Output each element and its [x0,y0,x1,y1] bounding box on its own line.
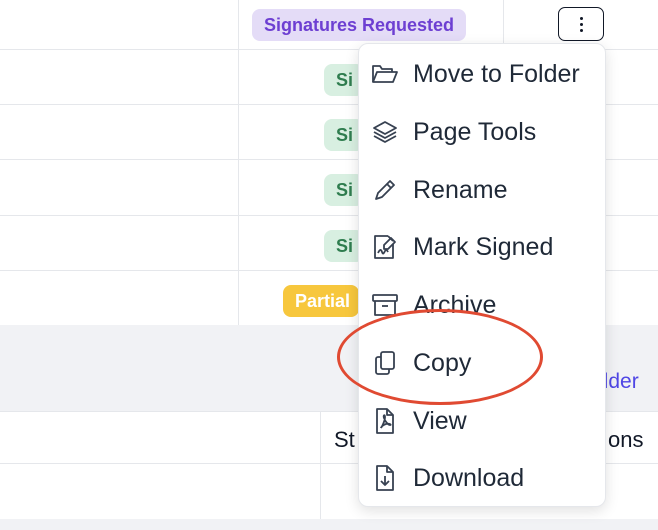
menu-item-page-tools[interactable]: Page Tools [359,104,605,160]
signature-icon [371,233,399,261]
status-badge: Partial [283,285,359,317]
pdf-file-icon [371,407,399,435]
menu-item-label: Copy [413,348,472,377]
status-badge: Signatures Requested [252,9,467,41]
menu-item-copy[interactable]: Copy [359,335,605,391]
folder-open-icon [371,60,399,88]
download-file-icon [371,464,399,492]
menu-item-rename[interactable]: Rename [359,162,605,218]
row-actions-menu: Move to Folder Page Tools Rename Mark Si… [358,43,606,507]
menu-item-view[interactable]: View [359,393,605,449]
copy-icon [371,349,399,377]
menu-item-label: Move to Folder [413,59,580,88]
menu-item-label: Mark Signed [413,232,554,261]
menu-item-download[interactable]: Download [359,450,605,506]
menu-item-move-to-folder[interactable]: Move to Folder [359,46,605,102]
menu-item-label: Page Tools [413,117,537,146]
column-header-status[interactable]: St [334,427,355,453]
menu-item-label: Archive [413,290,497,319]
layers-icon [371,118,399,146]
menu-item-label: Download [413,463,525,492]
pencil-icon [371,176,399,204]
menu-item-mark-signed[interactable]: Mark Signed [359,219,605,275]
menu-item-label: View [413,406,467,435]
archive-icon [371,291,399,319]
menu-item-label: Rename [413,175,508,204]
row-actions-button[interactable] [558,7,604,41]
menu-item-archive[interactable]: Archive [359,277,605,333]
column-header-actions: ons [608,427,644,452]
